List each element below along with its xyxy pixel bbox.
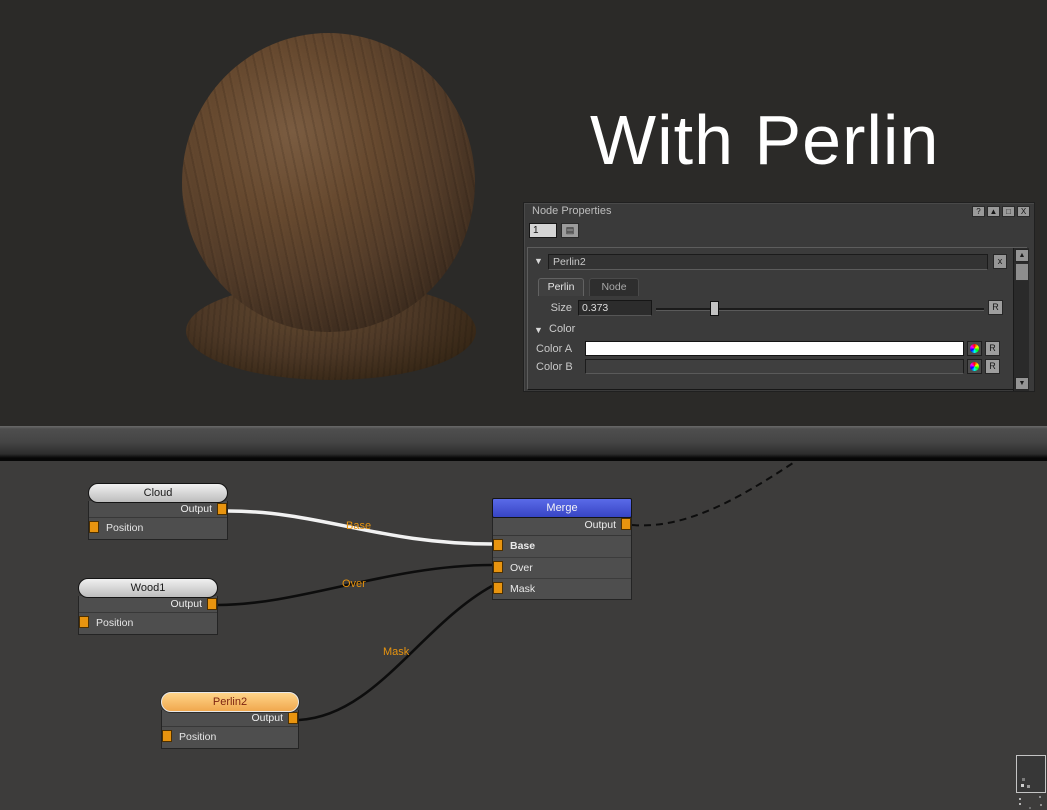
node-perlin2-body: Output Position bbox=[161, 710, 299, 749]
output-port[interactable] bbox=[288, 712, 298, 724]
color-b-reset-button[interactable]: R bbox=[985, 359, 1000, 374]
position-row: Position bbox=[79, 613, 217, 634]
color-wheel-icon bbox=[970, 362, 979, 371]
size-slider-track[interactable] bbox=[656, 308, 984, 311]
output-row: Output bbox=[162, 710, 298, 727]
panel-scrollbar: ▲ ▼ bbox=[1013, 248, 1029, 391]
mask-input-row: Mask bbox=[493, 578, 631, 599]
node-cloud-body: Output Position bbox=[88, 501, 228, 540]
panel-title: Node Properties bbox=[532, 205, 612, 217]
base-label: Base bbox=[510, 540, 535, 552]
scroll-up-button[interactable]: ▲ bbox=[1015, 249, 1029, 262]
wire-label-over: Over bbox=[342, 578, 366, 590]
scroll-down-button[interactable]: ▼ bbox=[1015, 377, 1029, 390]
caption-title: With Perlin bbox=[590, 105, 939, 175]
color-a-reset-button[interactable]: R bbox=[985, 341, 1000, 356]
position-row: Position bbox=[89, 518, 227, 539]
color-group-disclosure[interactable]: ▼ bbox=[534, 325, 543, 335]
node-graph-pane: Base Over Mask Cloud Output Position Woo… bbox=[0, 461, 1047, 810]
node-properties-panel: Node Properties ? ▲ □ X ▤ ▼ x Perlin Nod… bbox=[523, 202, 1035, 392]
output-label: Output bbox=[170, 598, 202, 610]
node-cloud-header[interactable]: Cloud bbox=[88, 483, 228, 503]
detach-window-button[interactable]: □ bbox=[1002, 206, 1015, 217]
pane-divider[interactable] bbox=[0, 426, 1047, 461]
collapse-button[interactable]: ▲ bbox=[987, 206, 1000, 217]
wire-label-mask: Mask bbox=[383, 646, 409, 658]
base-port[interactable] bbox=[493, 539, 503, 551]
output-port[interactable] bbox=[621, 518, 631, 530]
color-b-swatch[interactable] bbox=[585, 359, 964, 374]
over-port[interactable] bbox=[493, 561, 503, 573]
output-row: Output bbox=[89, 501, 227, 518]
output-port[interactable] bbox=[207, 598, 217, 610]
position-port[interactable] bbox=[89, 521, 99, 533]
color-wheel-icon bbox=[970, 344, 979, 353]
color-a-picker-button[interactable] bbox=[967, 341, 982, 356]
minimap-tick-marks bbox=[1019, 798, 1021, 800]
node-wood1-body: Output Position bbox=[78, 596, 218, 635]
scrollbar-thumb[interactable] bbox=[1015, 263, 1029, 281]
page-number-field[interactable] bbox=[529, 223, 557, 238]
node-wood1-header[interactable]: Wood1 bbox=[78, 578, 218, 598]
tab-perlin[interactable]: Perlin bbox=[538, 278, 584, 296]
color-b-picker-button[interactable] bbox=[967, 359, 982, 374]
mask-label: Mask bbox=[510, 583, 535, 595]
size-label: Size bbox=[528, 302, 572, 314]
wire-merge-output-dashed[interactable] bbox=[632, 463, 793, 525]
remove-node-button[interactable]: x bbox=[993, 254, 1007, 269]
node-list-button[interactable]: ▤ bbox=[561, 223, 579, 238]
color-b-label: Color B bbox=[536, 361, 573, 373]
output-row: Output bbox=[79, 596, 217, 613]
help-button[interactable]: ? bbox=[972, 206, 985, 217]
wire-label-base: Base bbox=[346, 520, 371, 532]
application-window: With Perlin Node Properties ? ▲ □ X ▤ ▼ … bbox=[0, 0, 1047, 810]
position-label: Position bbox=[179, 731, 216, 743]
size-reset-button[interactable]: R bbox=[988, 300, 1003, 315]
close-panel-button[interactable]: X bbox=[1017, 206, 1030, 217]
minimap-node-dots bbox=[1021, 784, 1024, 787]
size-slider-handle[interactable] bbox=[710, 301, 719, 316]
position-row: Position bbox=[162, 727, 298, 748]
navigator-minimap[interactable] bbox=[1016, 755, 1046, 793]
output-label: Output bbox=[180, 503, 212, 515]
over-label: Over bbox=[510, 562, 533, 574]
color-a-swatch[interactable] bbox=[585, 341, 964, 356]
node-wood1: Wood1 Output Position bbox=[78, 578, 218, 635]
position-label: Position bbox=[96, 617, 133, 629]
tab-node[interactable]: Node bbox=[589, 278, 639, 296]
panel-window-buttons: ? ▲ □ X bbox=[972, 206, 1030, 217]
parameters-subpanel: ▼ x Perlin Node Size R ▼ Color Color A R bbox=[527, 247, 1028, 390]
mask-port[interactable] bbox=[493, 582, 503, 594]
material-preview-sphere bbox=[182, 33, 475, 332]
node-disclosure-triangle[interactable]: ▼ bbox=[534, 256, 543, 266]
position-port[interactable] bbox=[162, 730, 172, 742]
over-input-row: Over bbox=[493, 557, 631, 578]
node-cloud: Cloud Output Position bbox=[88, 483, 228, 540]
color-a-label: Color A bbox=[536, 343, 572, 355]
output-label: Output bbox=[251, 712, 283, 724]
output-row: Output bbox=[493, 516, 631, 536]
node-name-field[interactable] bbox=[548, 254, 988, 270]
output-label: Output bbox=[584, 519, 616, 531]
node-perlin2-header[interactable]: Perlin2 bbox=[161, 692, 299, 712]
viewer-pane: With Perlin Node Properties ? ▲ □ X ▤ ▼ … bbox=[0, 0, 1047, 426]
node-perlin2: Perlin2 Output Position bbox=[161, 692, 299, 749]
node-merge-body: Output Base Over Mask bbox=[492, 516, 632, 600]
base-input-row: Base bbox=[493, 536, 631, 557]
node-merge-header[interactable]: Merge bbox=[492, 498, 632, 518]
position-label: Position bbox=[106, 522, 143, 534]
node-merge: Merge Output Base Over Mask bbox=[492, 498, 632, 600]
output-port[interactable] bbox=[217, 503, 227, 515]
position-port[interactable] bbox=[79, 616, 89, 628]
size-value-field[interactable] bbox=[578, 300, 652, 316]
color-group-label: Color bbox=[549, 323, 575, 335]
